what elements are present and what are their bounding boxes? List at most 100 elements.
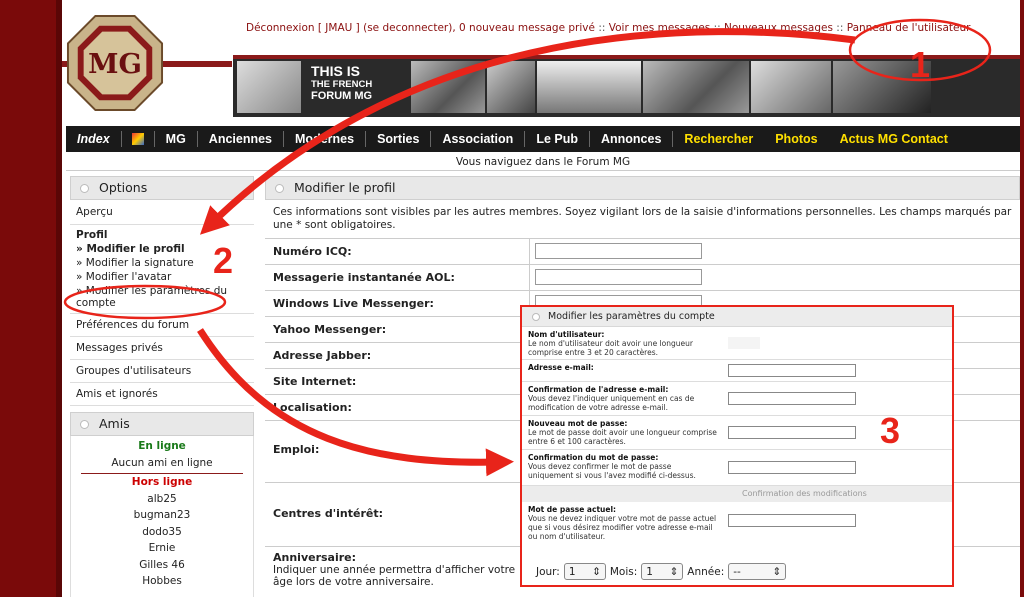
- header-banner: THIS IS THE FRENCH FORUM MG: [233, 55, 1020, 117]
- nav-photos[interactable]: Photos: [764, 131, 828, 147]
- username-row: Nom d'utilisateur: Le nom d'utilisateur d…: [522, 327, 952, 360]
- current-password-help: Vous ne devez indiquer votre mot de pass…: [528, 514, 717, 541]
- nav-index[interactable]: Index: [66, 131, 122, 147]
- friend-link[interactable]: alb25: [71, 491, 253, 508]
- updown-icon: ⇕: [592, 565, 601, 578]
- main-header: Modifier le profil: [265, 176, 1020, 200]
- birthday-help: Indiquer une année permettra d'afficher …: [273, 564, 516, 588]
- updown-icon: ⇕: [772, 565, 782, 578]
- banner-line-1: THIS IS: [311, 63, 361, 79]
- annotation-number-3: 3: [880, 410, 901, 451]
- confirm-password-help: Vous devez confirmer le mot de passe uni…: [528, 462, 696, 480]
- intro-text: Ces informations sont visibles par les a…: [273, 206, 1012, 231]
- sidebar-item-edit-account[interactable]: » Modifier les paramètres du compte: [76, 285, 248, 309]
- nav-sorties[interactable]: Sorties: [366, 131, 432, 147]
- email-confirm-field[interactable]: [728, 392, 856, 405]
- banner-photo-car-3: [751, 61, 831, 113]
- field-label: Adresse Jabber:: [273, 349, 372, 362]
- field-label: Yahoo Messenger:: [273, 323, 387, 336]
- email-row: Adresse e-mail:: [522, 360, 952, 382]
- options-header: Options: [70, 176, 254, 200]
- friend-link[interactable]: dodo35: [71, 524, 253, 541]
- friend-link[interactable]: Ernie: [71, 540, 253, 557]
- logout-link[interactable]: Déconnexion [ JMAU ] (se deconnecter): [246, 22, 452, 34]
- overlay-header: Modifier les paramètres du compte: [522, 307, 952, 327]
- banner-logo-image: [237, 61, 301, 113]
- nav-modernes[interactable]: Modernes: [284, 131, 367, 147]
- month-value: 1: [646, 565, 653, 578]
- nav-flag-icon[interactable]: [122, 131, 155, 147]
- separator: ::: [598, 22, 606, 34]
- month-select[interactable]: 1 ⇕: [641, 563, 684, 580]
- confirm-password-label: Confirmation du mot de passe:: [528, 453, 659, 462]
- nav-rechercher[interactable]: Rechercher: [673, 131, 764, 147]
- email-field[interactable]: [728, 364, 856, 377]
- username-label: Nom d'utilisateur:: [528, 330, 605, 339]
- friend-link[interactable]: Hobbes: [71, 573, 253, 590]
- confirm-password-row: Confirmation du mot de passe: Vous devez …: [522, 450, 952, 486]
- bullet-icon: [275, 184, 284, 193]
- friends-panel: Amis En ligne Aucun ami en ligne Hors li…: [70, 412, 254, 597]
- annotation-number-2: 2: [213, 240, 234, 281]
- online-label: En ligne: [138, 440, 186, 452]
- form-row: Messagerie instantanée AOL:: [265, 264, 1020, 290]
- nav-actus-contact[interactable]: Actus MG Contact: [829, 131, 959, 147]
- current-password-label: Mot de passe actuel:: [528, 505, 617, 514]
- year-select[interactable]: -- ⇕: [728, 563, 787, 580]
- annotation-number-1: 1: [910, 44, 931, 85]
- profile-group-title: Profil: [76, 229, 108, 241]
- field-label: Emploi:: [273, 443, 320, 456]
- options-title: Options: [99, 180, 148, 195]
- new-password-field[interactable]: [728, 426, 856, 439]
- banner-line-3: FORUM MG: [311, 90, 373, 102]
- email-confirm-label: Confirmation de l'adresse e-mail:: [528, 385, 669, 394]
- field-label: Localisation:: [273, 401, 352, 414]
- sidebar-item-overview[interactable]: Aperçu: [70, 200, 254, 225]
- top-links: Déconnexion [ JMAU ] (se deconnecter), 0…: [246, 22, 971, 34]
- sidebar-item-preferences[interactable]: Préférences du forum: [70, 314, 254, 337]
- username-value: [728, 337, 760, 349]
- nav-mg[interactable]: MG: [155, 131, 198, 147]
- banner-photo-racecar: [537, 61, 641, 113]
- friends-list: En ligne Aucun ami en ligne Hors ligne a…: [70, 436, 254, 597]
- field-label: Anniversaire:: [273, 551, 357, 564]
- current-password-field[interactable]: [728, 514, 856, 527]
- friend-link[interactable]: Gilles 46: [71, 557, 253, 574]
- mg-logo-icon[interactable]: MG: [66, 14, 164, 112]
- aol-field[interactable]: [535, 269, 702, 285]
- main-nav: Index MG Anciennes Modernes Sorties Asso…: [66, 126, 1020, 152]
- overlay-title: Modifier les paramètres du compte: [548, 311, 715, 322]
- birthday-selects: Jour: 1 ⇕ Mois: 1 ⇕ Année: -- ⇕: [536, 563, 787, 580]
- day-select[interactable]: 1 ⇕: [563, 563, 606, 580]
- month-label: Mois:: [609, 565, 638, 578]
- banner-line-2: THE FRENCH: [311, 79, 373, 90]
- bullet-icon: [532, 313, 540, 321]
- nav-le-pub[interactable]: Le Pub: [525, 131, 590, 147]
- current-password-row: Mot de passe actuel: Vous ne devez indiqu…: [522, 502, 952, 546]
- separator: ::: [713, 22, 721, 34]
- nav-anciennes[interactable]: Anciennes: [198, 131, 285, 147]
- new-messages-link[interactable]: Nouveaux messages: [724, 22, 833, 34]
- nav-annonces[interactable]: Annonces: [590, 131, 674, 147]
- day-value: 1: [568, 565, 576, 578]
- banner-photo-car-1: [411, 61, 485, 113]
- svg-text:MG: MG: [88, 48, 142, 80]
- offline-label: Hors ligne: [81, 473, 243, 491]
- view-messages-link[interactable]: Voir mes messages: [609, 22, 711, 34]
- field-label: Numéro ICQ:: [273, 245, 352, 258]
- nav-association[interactable]: Association: [431, 131, 526, 147]
- field-label: Site Internet:: [273, 375, 357, 388]
- field-label: Messagerie instantanée AOL:: [273, 271, 455, 284]
- year-value: --: [733, 565, 741, 578]
- sidebar-item-groups[interactable]: Groupes d'utilisateurs: [70, 360, 254, 383]
- bullet-icon: [80, 184, 89, 193]
- new-pm-link[interactable]: 0 nouveau message privé: [459, 22, 595, 34]
- confirm-password-field[interactable]: [728, 461, 856, 474]
- page-title: Modifier le profil: [294, 180, 396, 195]
- user-panel-link[interactable]: Panneau de l'utilisateur: [847, 22, 971, 34]
- sidebar-item-pm[interactable]: Messages privés: [70, 337, 254, 360]
- icq-field[interactable]: [535, 243, 702, 259]
- banner-photo-person: [487, 61, 535, 113]
- sidebar-item-friends-ignored[interactable]: Amis et ignorés: [70, 383, 254, 406]
- friend-link[interactable]: bugman23: [71, 507, 253, 524]
